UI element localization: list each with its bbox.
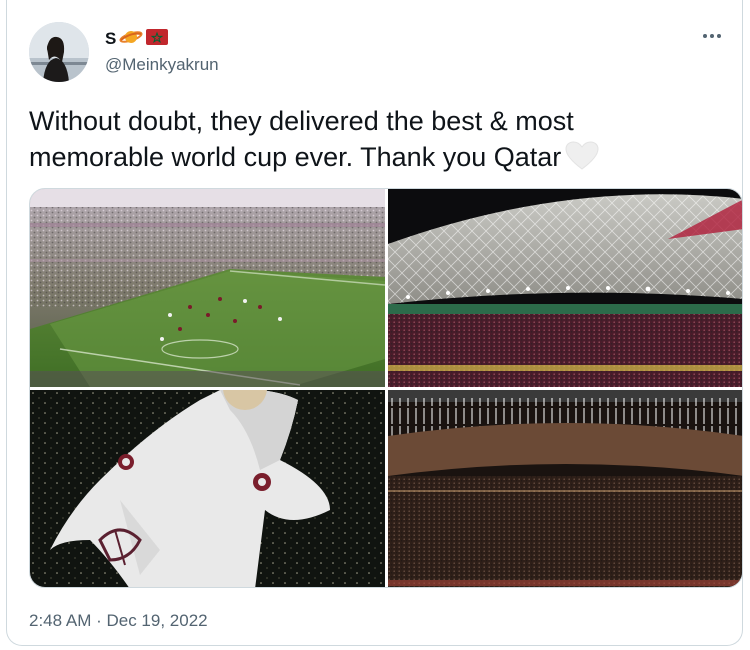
user-handle[interactable]: @Meinkyakrun xyxy=(105,55,219,75)
tweet-card: S @Meinkyakrun Without doubt, they deliv… xyxy=(6,0,743,646)
tweet-text-content: Without doubt, they delivered the best &… xyxy=(29,106,574,172)
display-name[interactable]: S xyxy=(105,29,116,49)
stadium-fireworks-photo[interactable] xyxy=(388,390,742,587)
stadium-pitch-photo[interactable] xyxy=(30,189,385,387)
stadium-roof-lights-photo[interactable] xyxy=(388,189,742,387)
mascot-laeeb-photo[interactable] xyxy=(30,390,385,587)
tweet-timestamp[interactable]: 2:48 AM · Dec 19, 2022 xyxy=(29,611,208,631)
name-row: S xyxy=(105,28,169,51)
media-grid xyxy=(29,188,743,588)
flag-icon xyxy=(146,28,169,50)
more-options-icon[interactable] xyxy=(700,26,724,46)
avatar[interactable] xyxy=(29,22,89,82)
planet-emoji-icon xyxy=(119,28,143,51)
white-heart-icon xyxy=(565,141,599,180)
tweet-text: Without doubt, they delivered the best &… xyxy=(29,103,709,180)
